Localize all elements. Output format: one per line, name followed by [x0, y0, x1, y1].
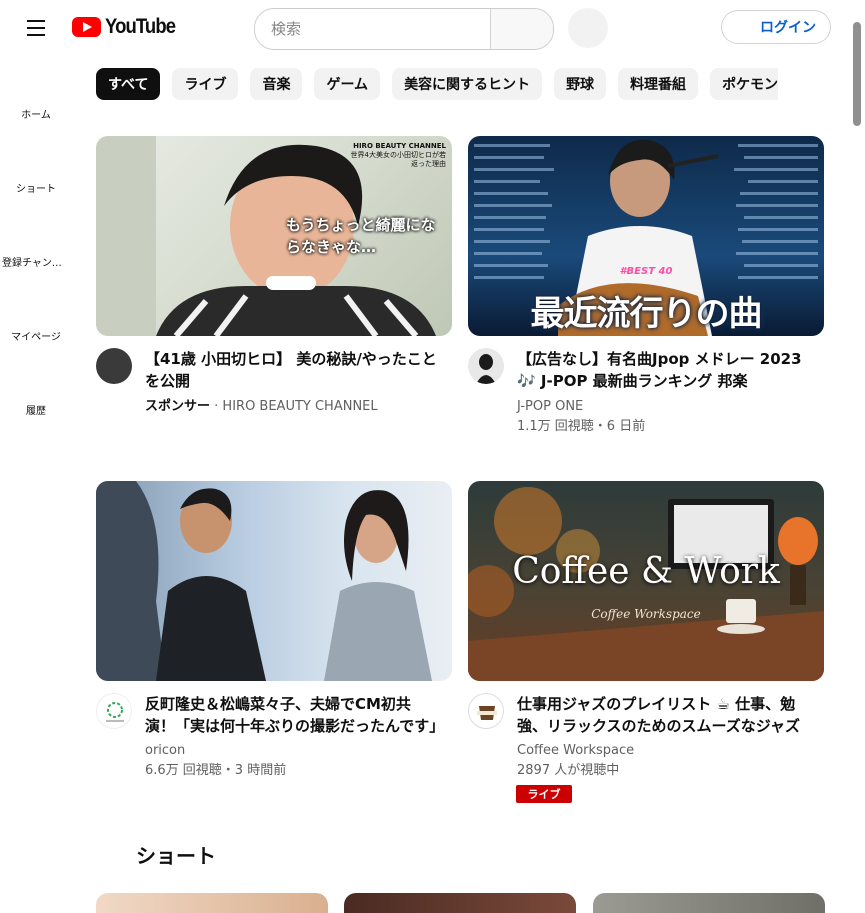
video-title[interactable]: 【広告なし】有名曲Jpop メドレー 2023 🎶 J-POP 最新曲ランキング…: [517, 348, 809, 392]
short-thumbnail[interactable]: [344, 893, 576, 913]
filter-chips: すべて ライブ 音楽 ゲーム 美容に関するヒント 野球 料理番組 ポケモン: [96, 68, 778, 100]
menu-icon[interactable]: [18, 14, 54, 42]
channel-name[interactable]: J-POP ONE: [517, 397, 583, 417]
video-thumbnail[interactable]: Coffee & Work Coffee Workspace: [468, 481, 824, 681]
sidebar-item-you[interactable]: マイページ: [0, 328, 72, 343]
chip-baseball[interactable]: 野球: [554, 68, 607, 100]
video-title[interactable]: 反町隆史＆松嶋菜々子、夫婦でCM初共演！「実は何十年ぶりの撮影だったんです」: [145, 693, 437, 737]
search-input[interactable]: [255, 9, 490, 49]
coffee-logo-icon: [477, 706, 497, 720]
chip-music[interactable]: 音楽: [250, 68, 303, 100]
channel-avatar[interactable]: [96, 693, 132, 729]
scrollbar-thumb[interactable]: [853, 22, 861, 126]
video-meta: スポンサー · HIRO BEAUTY CHANNEL: [145, 397, 378, 417]
chip-live[interactable]: ライブ: [172, 68, 239, 100]
voice-search-button[interactable]: [568, 8, 608, 48]
video-thumbnail[interactable]: #BEST 40 最近流行りの曲: [468, 136, 824, 336]
thumb-tag: #BEST 40: [619, 266, 673, 277]
sidebar-item-history[interactable]: 履歴: [0, 402, 72, 417]
sidebar-item-shorts[interactable]: ショート: [0, 180, 72, 195]
login-button[interactable]: ログイン: [721, 10, 831, 44]
chip-games[interactable]: ゲーム: [314, 68, 381, 100]
video-thumbnail[interactable]: [96, 481, 452, 681]
channel-avatar[interactable]: [468, 693, 504, 729]
chip-cooking[interactable]: 料理番組: [618, 68, 699, 100]
youtube-logo[interactable]: YouTube: [72, 15, 185, 39]
thumbnail-art: [96, 481, 432, 681]
avatar-art: [476, 354, 496, 384]
video-thumbnail[interactable]: HIRO BEAUTY CHANNEL 世界4大美女の小田切ヒロが若返った理由 …: [96, 136, 452, 336]
video-stats: 1.1万 回視聴・6 日前: [517, 419, 646, 434]
sponsor-label: スポンサー: [145, 399, 211, 414]
shorts-heading: ショート: [136, 844, 216, 868]
sidebar-item-home[interactable]: ホーム: [0, 106, 72, 121]
channel-name[interactable]: oricon: [145, 741, 185, 761]
thumb-subtitle: 世界4大美女の小田切ヒロが若返った理由: [350, 151, 446, 168]
live-badge: ライブ: [516, 785, 572, 803]
video-stats: 6.6万 回視聴・3 時間前: [145, 763, 287, 778]
search-bar: [254, 8, 554, 50]
video-title[interactable]: 仕事用ジャズのプレイリスト ☕ 仕事、勉強、リラックスのためのスムーズなジャズ: [517, 693, 809, 737]
video-title[interactable]: 【41歳 小田切ヒロ】 美の秘訣/やったことを公開: [145, 348, 437, 392]
chip-beauty-tips[interactable]: 美容に関するヒント: [392, 68, 543, 100]
chip-pokemon[interactable]: ポケモン: [710, 68, 778, 100]
oricon-logo-icon: [106, 702, 124, 722]
logo-text: YouTube: [105, 15, 176, 38]
channel-name[interactable]: Coffee Workspace: [517, 741, 634, 761]
thumb-caption: もうちょっと綺麗にならなきゃな…: [286, 216, 436, 256]
thumb-caption: 最近流行りの曲: [530, 294, 763, 334]
channel-avatar[interactable]: [96, 348, 132, 384]
thumb-channel-tag: HIRO BEAUTY CHANNEL: [353, 142, 446, 150]
play-logo-icon: [72, 17, 101, 37]
channel-name[interactable]: HIRO BEAUTY CHANNEL: [222, 399, 377, 414]
short-thumbnail[interactable]: [593, 893, 825, 913]
sidebar-item-subscriptions[interactable]: 登録チャンネル: [2, 254, 64, 269]
meta-separator: ·: [210, 399, 223, 414]
search-button[interactable]: [490, 9, 553, 49]
video-stats: 2897 人が視聴中: [517, 763, 620, 778]
thumb-script: Coffee Workspace: [591, 607, 701, 621]
channel-avatar[interactable]: [468, 348, 504, 384]
short-thumbnail[interactable]: [96, 893, 328, 913]
chip-all[interactable]: すべて: [96, 68, 161, 100]
login-label: ログイン: [760, 20, 816, 36]
thumb-caption: Coffee & Work: [512, 551, 780, 592]
